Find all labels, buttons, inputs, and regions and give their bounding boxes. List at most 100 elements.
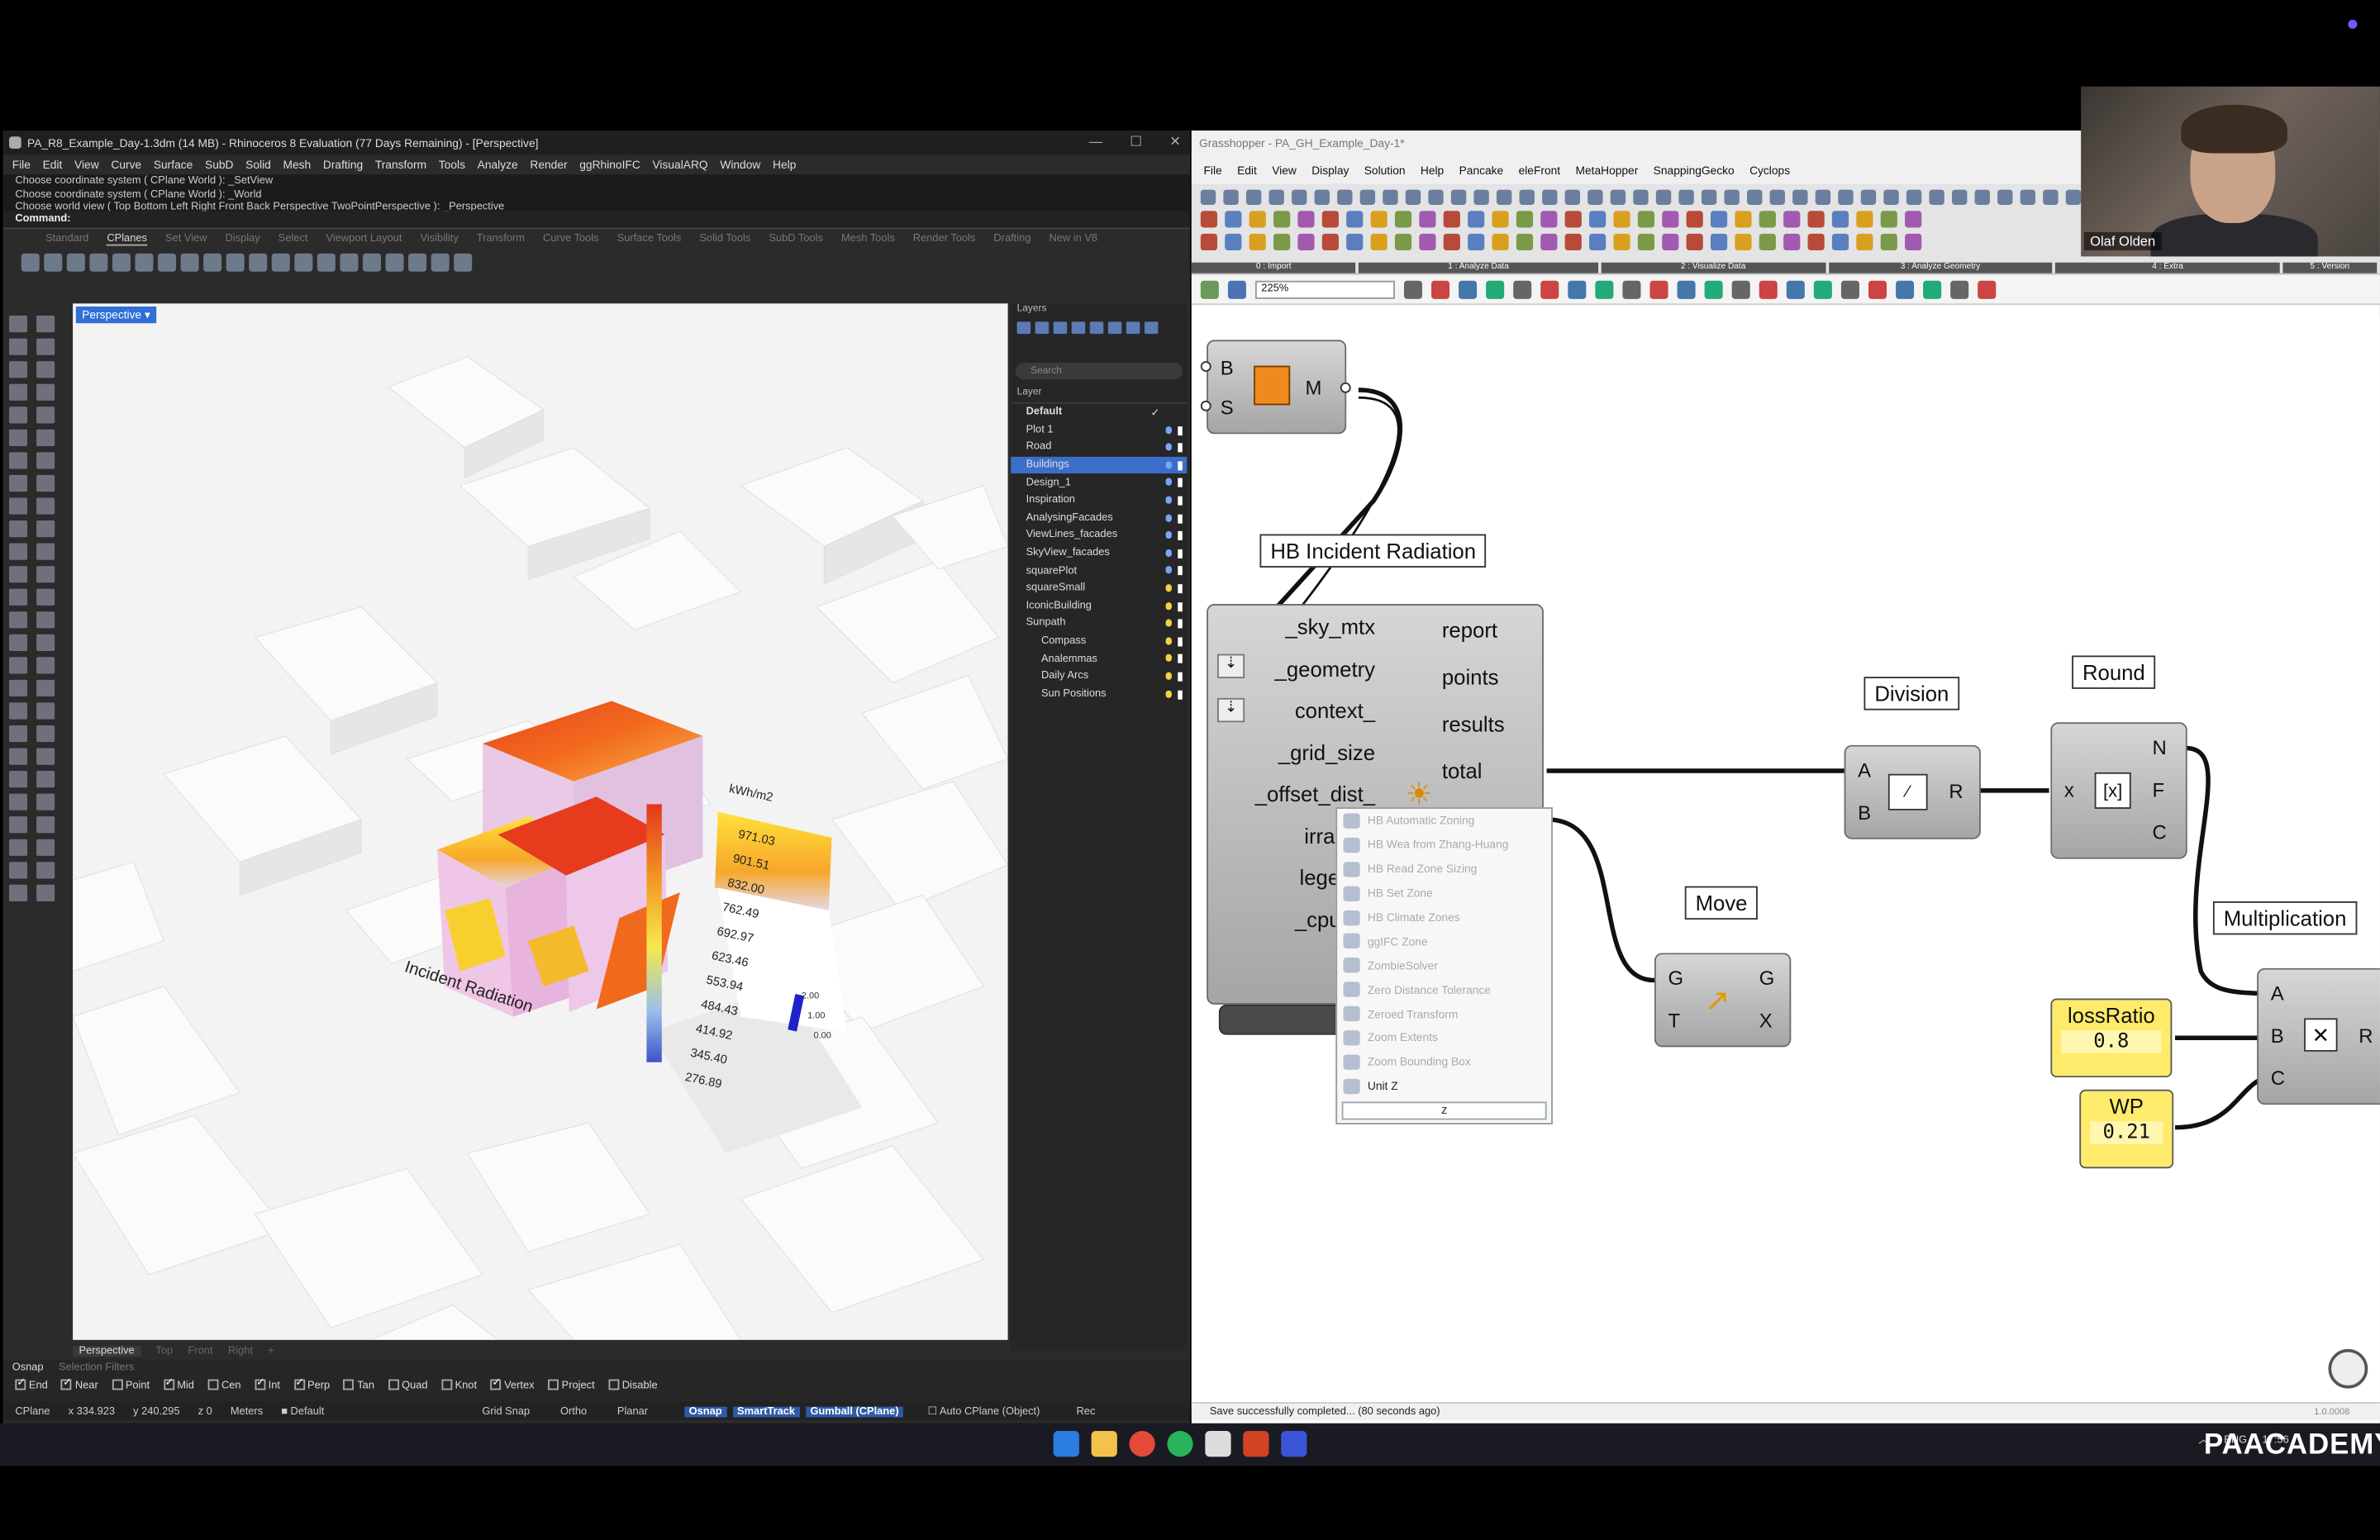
- layer-color-swatch[interactable]: [1178, 689, 1183, 699]
- layer-plot-1[interactable]: Plot 1: [1011, 421, 1187, 439]
- menu-transform[interactable]: Transform: [375, 158, 426, 172]
- layer-color-swatch[interactable]: [1178, 654, 1183, 664]
- command-line[interactable]: Command:: [2, 211, 1190, 230]
- menu-help[interactable]: Help: [773, 158, 796, 172]
- gh-component-icon[interactable]: [1337, 189, 1353, 205]
- gh-canvas-tool-icon[interactable]: [1568, 279, 1587, 298]
- modeling-tool-icon[interactable]: [36, 452, 55, 469]
- layer-tools-icon[interactable]: [1126, 321, 1140, 335]
- gh-component-icon[interactable]: [1542, 189, 1558, 205]
- gh-component-icon[interactable]: [1856, 233, 1873, 251]
- gh-component-icon[interactable]: [1724, 189, 1740, 205]
- layer-visibility-icon[interactable]: [1165, 672, 1172, 680]
- gh-canvas-tool-icon[interactable]: [1813, 279, 1832, 298]
- auto-cplane-toggle[interactable]: ☐ Auto CPlane (Object): [928, 1405, 1059, 1418]
- gh-component-icon[interactable]: [1297, 233, 1315, 251]
- modeling-tool-icon[interactable]: [36, 748, 55, 765]
- osnap-knot[interactable]: Knot: [441, 1379, 477, 1391]
- osnap-mid[interactable]: Mid: [163, 1376, 194, 1391]
- osnap-checkbox[interactable]: [388, 1379, 399, 1390]
- cplane-tool-icon[interactable]: [180, 253, 199, 272]
- gh-component-icon[interactable]: [1589, 233, 1606, 251]
- rhino-taskbar-icon[interactable]: [1205, 1431, 1231, 1457]
- toolbar-tab-visibility[interactable]: Visibility: [421, 234, 459, 245]
- gh-component-icon[interactable]: [1686, 211, 1703, 228]
- modeling-tool-icon[interactable]: [9, 862, 28, 879]
- modeling-tool-icon[interactable]: [9, 474, 28, 492]
- gh-canvas-tool-icon[interactable]: [1950, 279, 1969, 298]
- menu-visualarq[interactable]: VisualARQ: [652, 158, 707, 172]
- gh-component-icon[interactable]: [1856, 211, 1873, 228]
- gh-component-icon[interactable]: [1880, 233, 1897, 251]
- osnap-checkbox[interactable]: [548, 1379, 559, 1390]
- gh-component-icon[interactable]: [1225, 211, 1242, 228]
- gh-component-icon[interactable]: [1662, 233, 1679, 251]
- modeling-tool-icon[interactable]: [36, 406, 55, 424]
- layer-visibility-icon[interactable]: [1165, 566, 1172, 574]
- layer-road[interactable]: Road: [1011, 439, 1187, 456]
- gh-component-icon[interactable]: [1225, 233, 1242, 251]
- layer-sunpath[interactable]: Sunpath: [1011, 615, 1187, 632]
- current-layer-status[interactable]: ■ Default: [281, 1406, 342, 1417]
- toolbar-tab-solid-tools[interactable]: Solid Tools: [699, 234, 750, 245]
- gh-component-icon[interactable]: [1815, 189, 1831, 205]
- cplane-status[interactable]: CPlane: [15, 1406, 50, 1417]
- gh-component-icon[interactable]: [1610, 189, 1626, 205]
- modeling-tool-icon[interactable]: [9, 634, 28, 651]
- modeling-tool-icon[interactable]: [9, 383, 28, 401]
- menu-analyze[interactable]: Analyze: [478, 158, 518, 172]
- ribbon-group-1-analyze-data[interactable]: 1 : Analyze Data: [1359, 262, 1598, 273]
- osnap-checkbox[interactable]: [608, 1379, 620, 1390]
- gh-component-icon[interactable]: [1747, 189, 1763, 205]
- modeling-tool-icon[interactable]: [9, 884, 28, 901]
- status-ortho[interactable]: Ortho: [560, 1406, 587, 1417]
- layer-iconicbuilding[interactable]: IconicBuilding: [1011, 597, 1187, 615]
- viewport-tab-top[interactable]: Top: [155, 1345, 173, 1356]
- flatten-icon-2[interactable]: ⇣: [1217, 697, 1245, 723]
- gh-component-icon[interactable]: [1838, 189, 1854, 205]
- layer-skyview-facades[interactable]: SkyView_facades: [1011, 544, 1187, 562]
- layer-color-swatch[interactable]: [1178, 619, 1183, 629]
- viewport-label[interactable]: Perspective ▾: [75, 307, 157, 324]
- layer-visibility-icon[interactable]: [1165, 425, 1172, 434]
- layer-visibility-icon[interactable]: [1165, 636, 1172, 645]
- gh-component-icon[interactable]: [1710, 211, 1728, 228]
- menu-tools[interactable]: Tools: [439, 158, 465, 172]
- search-result-hb-set-zone[interactable]: HB Set Zone: [1337, 882, 1551, 905]
- osnap-tan[interactable]: Tan: [343, 1379, 374, 1391]
- menu-surface[interactable]: Surface: [154, 158, 193, 172]
- status-grid-snap[interactable]: Grid Snap: [482, 1406, 530, 1417]
- cplane-tool-icon[interactable]: [66, 253, 85, 272]
- modeling-tool-icon[interactable]: [9, 702, 28, 720]
- modeling-tool-icon[interactable]: [9, 497, 28, 515]
- modeling-tool-icon[interactable]: [36, 429, 55, 446]
- menu-render[interactable]: Render: [530, 158, 567, 172]
- osnap-checkbox[interactable]: [163, 1376, 174, 1390]
- modeling-tool-icon[interactable]: [36, 611, 55, 629]
- layer-color-swatch[interactable]: [1178, 601, 1183, 611]
- modeling-tool-icon[interactable]: [9, 316, 28, 333]
- gh-component-icon[interactable]: [1321, 211, 1339, 228]
- gh-component-icon[interactable]: [1249, 233, 1266, 251]
- layer-inspiration[interactable]: Inspiration: [1011, 492, 1187, 509]
- gh-component-icon[interactable]: [1419, 211, 1436, 228]
- modeling-tool-icon[interactable]: [36, 816, 55, 834]
- gh-component-icon[interactable]: [1273, 233, 1291, 251]
- gh-component-icon[interactable]: [1637, 233, 1655, 251]
- layer-color-swatch[interactable]: [1178, 478, 1183, 488]
- gh-component-icon[interactable]: [1637, 211, 1655, 228]
- toolbar-tab-curve-tools[interactable]: Curve Tools: [543, 234, 599, 245]
- layer-visibility-icon[interactable]: [1165, 584, 1172, 592]
- layer-color-swatch[interactable]: [1178, 496, 1183, 506]
- gh-component-icon[interactable]: [1292, 189, 1307, 205]
- gh-component-icon[interactable]: [1359, 189, 1376, 205]
- gh-component-icon[interactable]: [1473, 189, 1489, 205]
- cplane-tool-icon[interactable]: [135, 253, 154, 272]
- modeling-tool-icon[interactable]: [36, 725, 55, 743]
- modeling-tool-icon[interactable]: [36, 771, 55, 788]
- osnap-tab-osnap[interactable]: Osnap: [12, 1362, 44, 1373]
- gh-component-icon[interactable]: [1269, 189, 1284, 205]
- layer-viewlines-facades[interactable]: ViewLines_facades: [1011, 527, 1187, 544]
- menu-file[interactable]: File: [12, 158, 31, 172]
- layer-visibility-icon[interactable]: [1165, 549, 1172, 557]
